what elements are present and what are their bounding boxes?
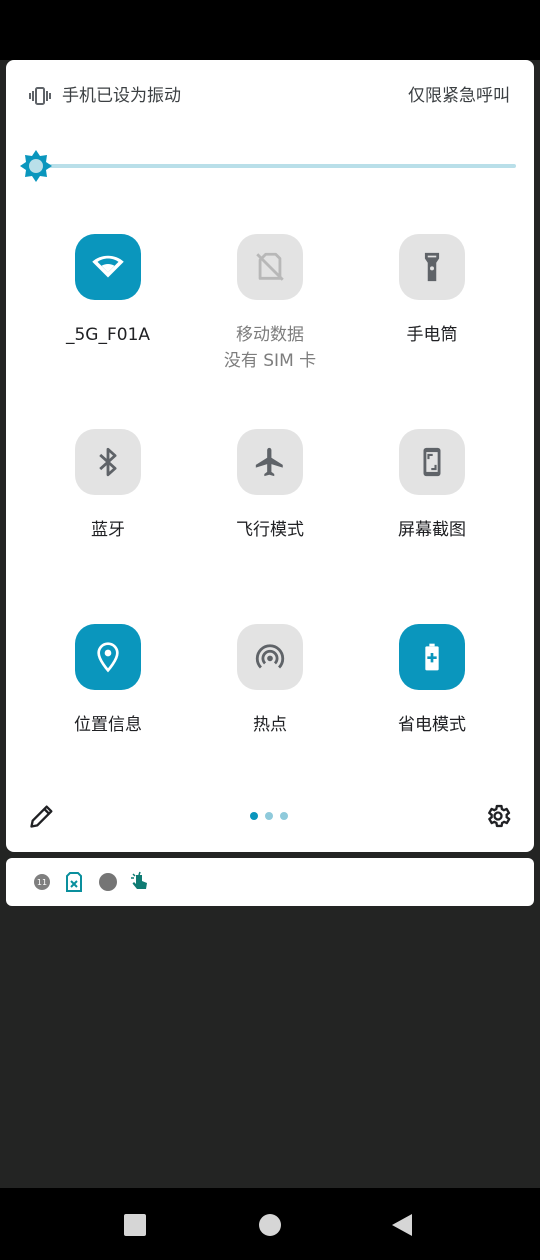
tile-battery-saver-button[interactable] [399, 624, 465, 690]
tile-battery-saver[interactable]: 省电模式 [351, 620, 513, 790]
home-circle-icon[interactable] [257, 1212, 283, 1238]
screenshot-icon [423, 447, 441, 477]
hotspot-icon [255, 644, 285, 669]
vibrate-icon [29, 87, 51, 105]
ringer-mode-text: 手机已设为振动 [62, 86, 181, 106]
qs-footer [6, 796, 534, 836]
tile-screenshot-button[interactable] [399, 429, 465, 495]
gear-icon[interactable] [484, 802, 512, 830]
tile-screenshot-label: 屏幕截图 [398, 520, 466, 540]
sim-error-icon [66, 872, 82, 892]
page-dot [280, 812, 288, 820]
tile-airplane-mode-button[interactable] [237, 429, 303, 495]
page-indicator [250, 812, 290, 822]
edit-pencil-icon[interactable] [28, 802, 56, 830]
gesture-icon [131, 871, 147, 889]
carrier-text: 仅限紧急呼叫 [408, 86, 510, 106]
tile-flashlight-button[interactable] [399, 234, 465, 300]
tile-wifi-label: _5G_F01A [65, 325, 151, 345]
tile-location-button[interactable] [75, 624, 141, 690]
brightness-slider[interactable] [18, 148, 518, 184]
back-triangle-icon[interactable] [389, 1212, 415, 1238]
flashlight-icon [424, 252, 440, 282]
tile-location-label: 位置信息 [74, 715, 142, 735]
navigation-bar [0, 1188, 540, 1260]
tile-bluetooth-button[interactable] [75, 429, 141, 495]
clock-badge-icon: 11 [34, 874, 50, 890]
tile-mobile-data-sublabel: 没有 SIM 卡 [223, 351, 317, 371]
tile-wifi-button[interactable] [75, 234, 141, 300]
qs-header: 手机已设为振动 仅限紧急呼叫 [6, 60, 534, 132]
no-sim-icon [256, 252, 284, 281]
tile-hotspot[interactable]: 热点 [189, 620, 351, 790]
tile-wifi[interactable]: _5G_F01A [27, 230, 189, 400]
brightness-thumb-icon[interactable] [18, 148, 54, 184]
page-dot [265, 812, 273, 820]
tile-mobile-data-button[interactable] [237, 234, 303, 300]
tile-screenshot[interactable]: 屏幕截图 [351, 425, 513, 595]
tile-bluetooth-label: 蓝牙 [91, 520, 125, 540]
tile-mobile-data-label: 移动数据 [236, 325, 304, 345]
tile-hotspot-label: 热点 [253, 715, 287, 735]
notification-badge-count: 11 [37, 878, 47, 887]
airplane-icon [255, 447, 283, 477]
page-dot-active [250, 812, 258, 820]
bluetooth-icon [99, 447, 117, 477]
dot-icon [99, 873, 117, 891]
tile-location[interactable]: 位置信息 [27, 620, 189, 790]
tile-mobile-data[interactable]: 移动数据 没有 SIM 卡 [189, 230, 351, 400]
tile-flashlight-label: 手电筒 [406, 325, 458, 345]
tile-bluetooth[interactable]: 蓝牙 [27, 425, 189, 595]
tile-battery-saver-label: 省电模式 [398, 715, 466, 735]
brightness-track[interactable] [36, 164, 516, 168]
battery-saver-icon [425, 643, 439, 671]
wifi-icon [92, 255, 124, 278]
location-icon [97, 642, 119, 673]
quick-settings-panel: 手机已设为振动 仅限紧急呼叫 _5G_F01A 移动数据 没有 SIM 卡 手电… [6, 60, 534, 852]
tile-flashlight[interactable]: 手电筒 [351, 230, 513, 400]
notification-icon-bar[interactable]: 11 [6, 858, 534, 906]
tile-hotspot-button[interactable] [237, 624, 303, 690]
tile-airplane-mode[interactable]: 飞行模式 [189, 425, 351, 595]
status-bar [0, 0, 540, 60]
tile-airplane-mode-label: 飞行模式 [236, 520, 304, 540]
recents-square-icon[interactable] [122, 1212, 148, 1238]
